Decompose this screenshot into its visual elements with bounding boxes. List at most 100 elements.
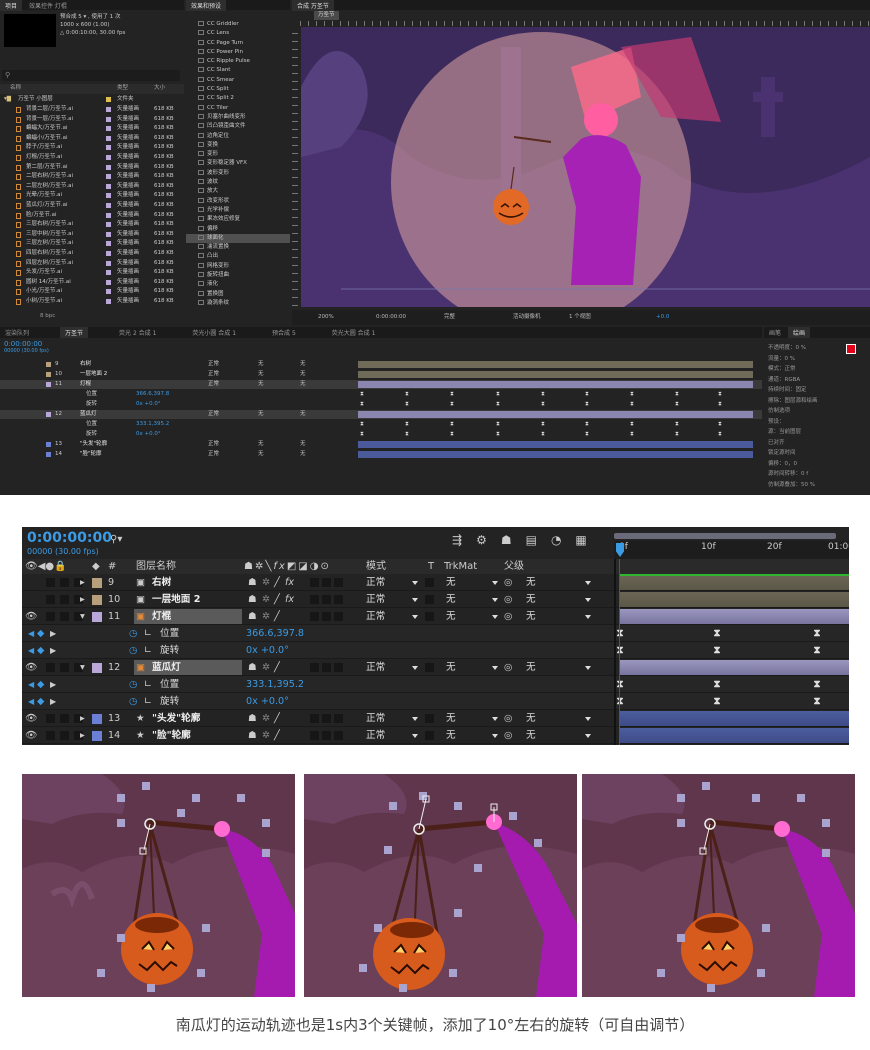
solo-toggle[interactable] [60,612,69,621]
keyframe-icon[interactable]: ⧗ [675,400,679,410]
effect-item[interactable]: 置换图 [186,290,290,299]
quality-switch-icon[interactable]: ╱ [274,710,280,727]
timeline-tab[interactable]: 荧光大圆 合成 1 [327,327,381,338]
audio-toggle[interactable] [46,663,55,672]
expand-arrow-icon[interactable]: ▸ [80,727,85,744]
stopwatch-icon[interactable]: ◷ [129,693,137,710]
project-item[interactable]: 四层左树/万圣节.ai 矢量插画 618 KB [0,259,184,269]
keyframe-icon[interactable]: ⧗ [713,646,721,656]
mini-layer-bar[interactable] [358,381,753,388]
blend-mode-select[interactable]: 正常 [366,710,385,727]
collapse-switch-icon[interactable]: ✲ [262,608,270,625]
effect-item[interactable]: 改变形状 [186,197,290,206]
project-search[interactable]: ⚲ [2,70,180,81]
audio-toggle[interactable] [46,612,55,621]
parent-select[interactable]: 无 [526,574,536,591]
quality-switch-icon[interactable]: ╱ [274,659,280,676]
paint-option-line[interactable]: 流量：0 % [768,354,818,365]
effect-item[interactable]: CC Slant [186,66,290,75]
effect-item[interactable]: 凹凸镜歪曲文件 [186,122,290,131]
project-item[interactable]: 三层左树/万圣节.ai 矢量插画 618 KB [0,239,184,249]
preserve-transparency-toggle[interactable] [425,731,434,740]
effect-item[interactable]: CC Power Pin [186,48,290,57]
collapse-switch-icon[interactable]: ✲ [262,727,270,744]
keyframe-icon[interactable]: ⧗ [718,420,722,430]
mini-layer-bar[interactable] [358,371,753,378]
audio-toggle[interactable] [46,595,55,604]
trkmat-select[interactable]: 无 [446,608,456,625]
expand-arrow-icon[interactable]: ▸ [80,574,85,591]
paint-option-line[interactable]: 预设： [768,417,818,428]
project-item[interactable]: 第二层/万圣节.ai 矢量插画 618 KB [0,163,184,173]
timecode-display[interactable]: 0:00:00:00 [27,530,112,546]
mini-layer-bar[interactable] [358,411,753,418]
effect-item[interactable]: 放大 [186,187,290,196]
solo-toggle[interactable] [60,663,69,672]
effect-item[interactable]: CC Tiler [186,104,290,113]
keyframe-icon[interactable]: ⧗ [813,629,821,639]
layer-row[interactable]: 👁 ▾ 12 ▣ 蓝瓜灯 ☗ ✲ ╱ 正常 无 ◎ 无 [22,659,849,676]
keyframe-icon[interactable]: ⧗ [360,390,364,400]
parent-select[interactable]: 无 [526,710,536,727]
project-item[interactable]: 头发/万圣节.ai 矢量插画 618 KB [0,268,184,278]
tab-brush[interactable]: 画笔 [764,327,786,338]
tab-project[interactable]: 项目 [0,0,23,11]
current-time-indicator[interactable] [616,543,624,557]
parent-select[interactable]: 无 [526,659,536,676]
solo-toggle[interactable] [60,595,69,604]
keyframe-icon[interactable]: ⧗ [713,697,721,707]
layer-duration-bar[interactable] [619,728,849,743]
mode-header[interactable]: 模式 [366,559,386,574]
mini-layer-row[interactable]: 14 "脸"轮廓 正常 无 无 [0,450,762,459]
effect-item[interactable]: 湍流置换 [186,243,290,252]
blend-mode-select[interactable]: 正常 [366,659,385,676]
keyframe-icon[interactable]: ⧗ [496,400,500,410]
layer-duration-bar[interactable] [619,660,849,675]
switch-box[interactable] [322,663,331,672]
keyframe-icon[interactable]: ⧗ [718,400,722,410]
effect-item[interactable]: CC Lens [186,29,290,38]
mini-layer-row[interactable]: 9 右树 正常 无 无 [0,360,762,369]
col-type[interactable]: 类型 [117,84,128,94]
keyframe-icon[interactable]: ⧗ [405,400,409,410]
effect-item[interactable]: 凸出 [186,252,290,261]
pickwhip-icon[interactable]: ◎ [504,710,512,727]
switch-box[interactable] [310,663,319,672]
mini-layer-row[interactable]: 13 "头发"轮廓 正常 无 无 [0,440,762,449]
mini-prop-row[interactable]: 位置 366.6,397.8 ⧗ ⧗ ⧗ ⧗ ⧗ ⧗ ⧗ ⧗ ⧗ [0,390,762,399]
keyframe-icon[interactable]: ⧗ [718,430,722,440]
graph-icon[interactable]: ∟ [144,693,152,710]
keyframe-icon[interactable]: ⧗ [630,420,634,430]
switch-box[interactable] [334,714,343,723]
layer-duration-bar[interactable] [619,592,849,607]
timeline-tab[interactable]: 预合成 5 [267,327,301,338]
effect-item[interactable]: CC Ripple Pulse [186,57,290,66]
project-item[interactable]: 小树/万圣节.ai 矢量插画 618 KB [0,297,184,307]
stopwatch-icon[interactable]: ◷ [129,676,137,693]
tab-effects-presets[interactable]: 效果和预设 [186,0,227,11]
switch-box[interactable] [322,578,331,587]
parent-header[interactable]: 父级 [504,559,524,574]
switch-box[interactable] [334,595,343,604]
label-color-swatch[interactable] [92,714,102,724]
layer-name-cell[interactable]: ▣ 右树 [134,575,242,590]
graph-icon[interactable]: ∟ [144,642,152,659]
paint-option-line[interactable]: 模式：正常 [768,364,818,375]
layer-duration-bar[interactable] [619,575,849,590]
shy-switch-icon[interactable]: ☗ [248,608,257,625]
keyframe-nav-left-icon[interactable]: ◀ [28,625,34,642]
fx-switch-icon[interactable]: fx [285,591,294,608]
layer-name-cell[interactable]: ▣ 一层地面 2 [134,592,242,607]
effect-item[interactable]: 光学补偿 [186,206,290,215]
stopwatch-icon[interactable]: ◷ [129,642,137,659]
preserve-transparency-toggle[interactable] [425,595,434,604]
effect-item[interactable]: 贝塞尔曲线变形 [186,113,290,122]
effect-item[interactable]: 网格变形 [186,262,290,271]
layer-duration-bar[interactable] [619,711,849,726]
views-select[interactable]: 1 个视图 [569,310,591,325]
pickwhip-icon[interactable]: ◎ [504,659,512,676]
expand-arrow-icon[interactable]: ▸ [80,591,85,608]
keyframe-icon[interactable]: ⧗ [616,646,624,656]
effect-item[interactable]: CC Split 2 [186,94,290,103]
layer-duration-bar[interactable] [619,609,849,624]
